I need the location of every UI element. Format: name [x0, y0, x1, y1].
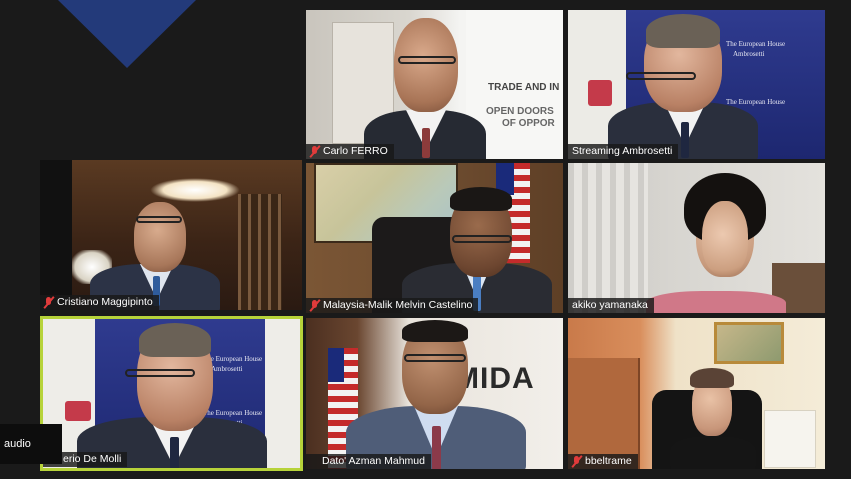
person-hair: [402, 320, 468, 342]
participant-name: Cristiano Maggipinto: [57, 296, 153, 308]
name-tag: Cristiano Maggipinto: [40, 295, 159, 310]
audio-button[interactable]: audio: [0, 424, 62, 464]
plant: [588, 80, 612, 106]
person-tie: [170, 437, 179, 468]
sign-text-1: TRADE AND IN: [488, 82, 560, 93]
sign-text-3: OF OPPOR: [502, 118, 555, 129]
cabinet: [568, 358, 640, 469]
person-face: [702, 201, 748, 275]
mic-muted-icon: [44, 296, 53, 309]
sign-text-2: OPEN DOORS: [486, 106, 554, 117]
name-tag: Dato' Azman Mahmud: [306, 454, 431, 469]
banner-text-2: Ambrosetti: [211, 365, 243, 373]
participant-name: akiko yamanaka: [572, 299, 648, 311]
person-tie: [432, 426, 441, 469]
name-tag: Streaming Ambrosetti: [568, 144, 679, 159]
mic-muted-icon: [310, 145, 319, 158]
person-hair: [646, 14, 720, 48]
person-hair: [690, 368, 734, 388]
banner-text-3: The European House: [726, 98, 786, 106]
ceiling-light: [150, 178, 240, 202]
banner-text-2: Ambrosetti: [733, 50, 765, 58]
person-body: [646, 291, 786, 313]
glasses: [398, 56, 456, 64]
plant: [65, 401, 91, 421]
wall-painting: [714, 322, 784, 364]
video-tile-de-molli[interactable]: The European House Ambrosetti The Europe…: [40, 316, 303, 471]
banner-text-3: The European House: [203, 409, 263, 417]
name-tag: akiko yamanaka: [568, 298, 654, 313]
black-bar: [40, 160, 72, 310]
glasses: [452, 235, 512, 243]
participant-name: Streaming Ambrosetti: [572, 145, 673, 157]
participant-name: Carlo FERRO: [323, 145, 388, 157]
name-tag: Carlo FERRO: [306, 144, 394, 159]
video-tile-akiko-yamanaka[interactable]: akiko yamanaka: [568, 163, 825, 313]
participant-name: Dato' Azman Mahmud: [322, 455, 425, 467]
video-tile-cristiano-maggipinto[interactable]: Cristiano Maggipinto: [40, 160, 302, 310]
video-tile-malik-melvin-castelino[interactable]: Malaysia-Malik Melvin Castelino: [306, 163, 563, 313]
glasses: [136, 216, 182, 223]
person-tie: [422, 128, 430, 158]
person-hair: [139, 323, 211, 357]
person-hair: [450, 187, 512, 211]
person-head: [134, 202, 186, 272]
video-tile-carlo-ferro[interactable]: TRADE AND IN OPEN DOORS OF OPPOR Carlo F…: [306, 10, 563, 159]
partial-graphic: [58, 0, 196, 68]
mic-muted-icon: [572, 455, 581, 468]
audio-label: audio: [4, 438, 31, 450]
flag-canton: [328, 348, 344, 382]
person-tie: [681, 122, 689, 158]
curtain: [568, 163, 648, 313]
participant-name: Malaysia-Malik Melvin Castelino: [323, 299, 473, 311]
participant-name: bbeltrame: [585, 455, 632, 467]
name-tag: Malaysia-Malik Melvin Castelino: [306, 298, 479, 313]
glasses: [404, 354, 466, 362]
papers: [764, 410, 816, 468]
video-tile-streaming-ambrosetti[interactable]: The European House Ambrosetti The Europe…: [568, 10, 825, 159]
name-tag: bbeltrame: [568, 454, 638, 469]
banner-text-1: The European House: [726, 40, 786, 48]
glasses: [626, 72, 696, 80]
person-head: [394, 18, 458, 112]
video-tile-azman-mahmud[interactable]: MIDA Dato' Azman Mahmud: [306, 318, 563, 469]
mic-muted-icon: [310, 299, 319, 312]
railing: [238, 194, 282, 310]
person-body: [670, 436, 756, 469]
glasses: [125, 369, 195, 377]
video-tile-bbeltrame[interactable]: bbeltrame: [568, 318, 825, 469]
